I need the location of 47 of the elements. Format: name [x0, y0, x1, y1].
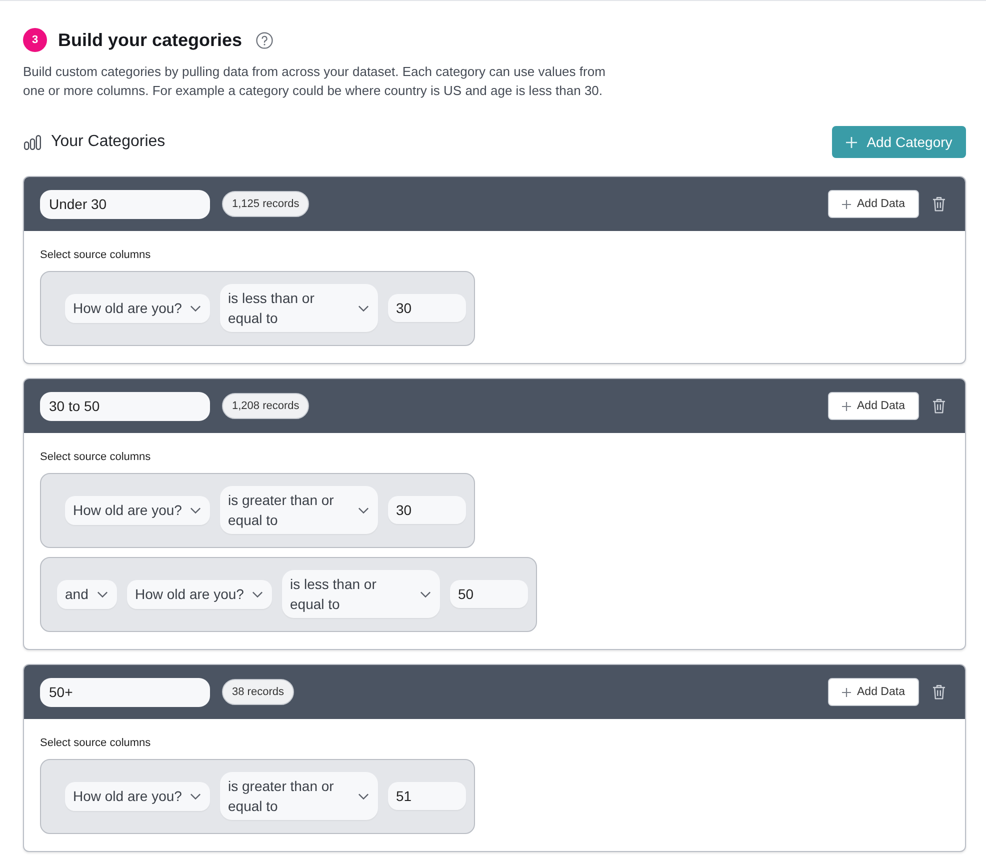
- add-data-button[interactable]: Add Data: [828, 678, 919, 706]
- bar-chart-icon: [24, 134, 41, 150]
- source-columns-label: Select source columns: [40, 450, 151, 464]
- category-name-field[interactable]: 30 to 50: [40, 392, 210, 420]
- section-title: Your Categories: [51, 133, 166, 151]
- plus-icon: [842, 688, 852, 696]
- chevron-down-icon: [358, 792, 369, 800]
- source-columns-label: Select source columns: [40, 736, 151, 750]
- chevron-down-icon: [358, 304, 369, 312]
- plus-icon: [842, 402, 852, 410]
- chevron-down-icon: [358, 506, 369, 514]
- step-description: Build custom categories by pulling data from across your dataset. Each category can use values from one or more columns. For example a category could be where country is US and age is less than 30.: [23, 63, 606, 100]
- trash-icon[interactable]: [932, 398, 946, 414]
- chevron-down-icon: [420, 590, 431, 598]
- category-name-field[interactable]: Under 30: [40, 190, 210, 218]
- help-icon[interactable]: [256, 32, 274, 48]
- plus-icon: [842, 200, 852, 208]
- chevron-down-icon: [97, 590, 108, 598]
- step-number-badge: 3: [23, 28, 47, 52]
- connector-dropdown[interactable]: and: [57, 580, 117, 608]
- chevron-down-icon: [190, 792, 201, 800]
- chevron-down-icon: [190, 506, 201, 514]
- operator-dropdown[interactable]: is less than or equal to: [282, 570, 440, 618]
- column-dropdown[interactable]: How old are you?: [65, 294, 210, 322]
- step-title: Build your categories: [58, 30, 242, 50]
- column-dropdown[interactable]: How old are you?: [65, 782, 210, 810]
- value-field[interactable]: 51: [388, 782, 466, 810]
- column-dropdown[interactable]: How old are you?: [127, 580, 272, 608]
- value-field[interactable]: 30: [388, 294, 466, 322]
- source-columns-label: Select source columns: [40, 248, 151, 262]
- category-name-field[interactable]: 50+: [40, 678, 210, 706]
- plus-icon: [846, 136, 857, 148]
- operator-dropdown[interactable]: is greater than or equal to: [220, 486, 378, 534]
- add-data-button[interactable]: Add Data: [828, 190, 919, 218]
- record-count-badge: 1,208 records: [222, 393, 310, 419]
- trash-icon[interactable]: [932, 684, 946, 700]
- record-count-badge: 38 records: [222, 679, 294, 705]
- chevron-down-icon: [252, 590, 263, 598]
- record-count-badge: 1,125 records: [222, 191, 310, 217]
- value-field[interactable]: 50: [450, 580, 528, 608]
- trash-icon[interactable]: [932, 196, 946, 212]
- column-dropdown[interactable]: How old are you?: [65, 496, 210, 524]
- value-field[interactable]: 30: [388, 496, 466, 524]
- add-data-button[interactable]: Add Data: [828, 392, 919, 420]
- chevron-down-icon: [190, 304, 201, 312]
- operator-dropdown[interactable]: is less than or equal to: [220, 284, 378, 332]
- operator-dropdown[interactable]: is greater than or equal to: [220, 772, 378, 820]
